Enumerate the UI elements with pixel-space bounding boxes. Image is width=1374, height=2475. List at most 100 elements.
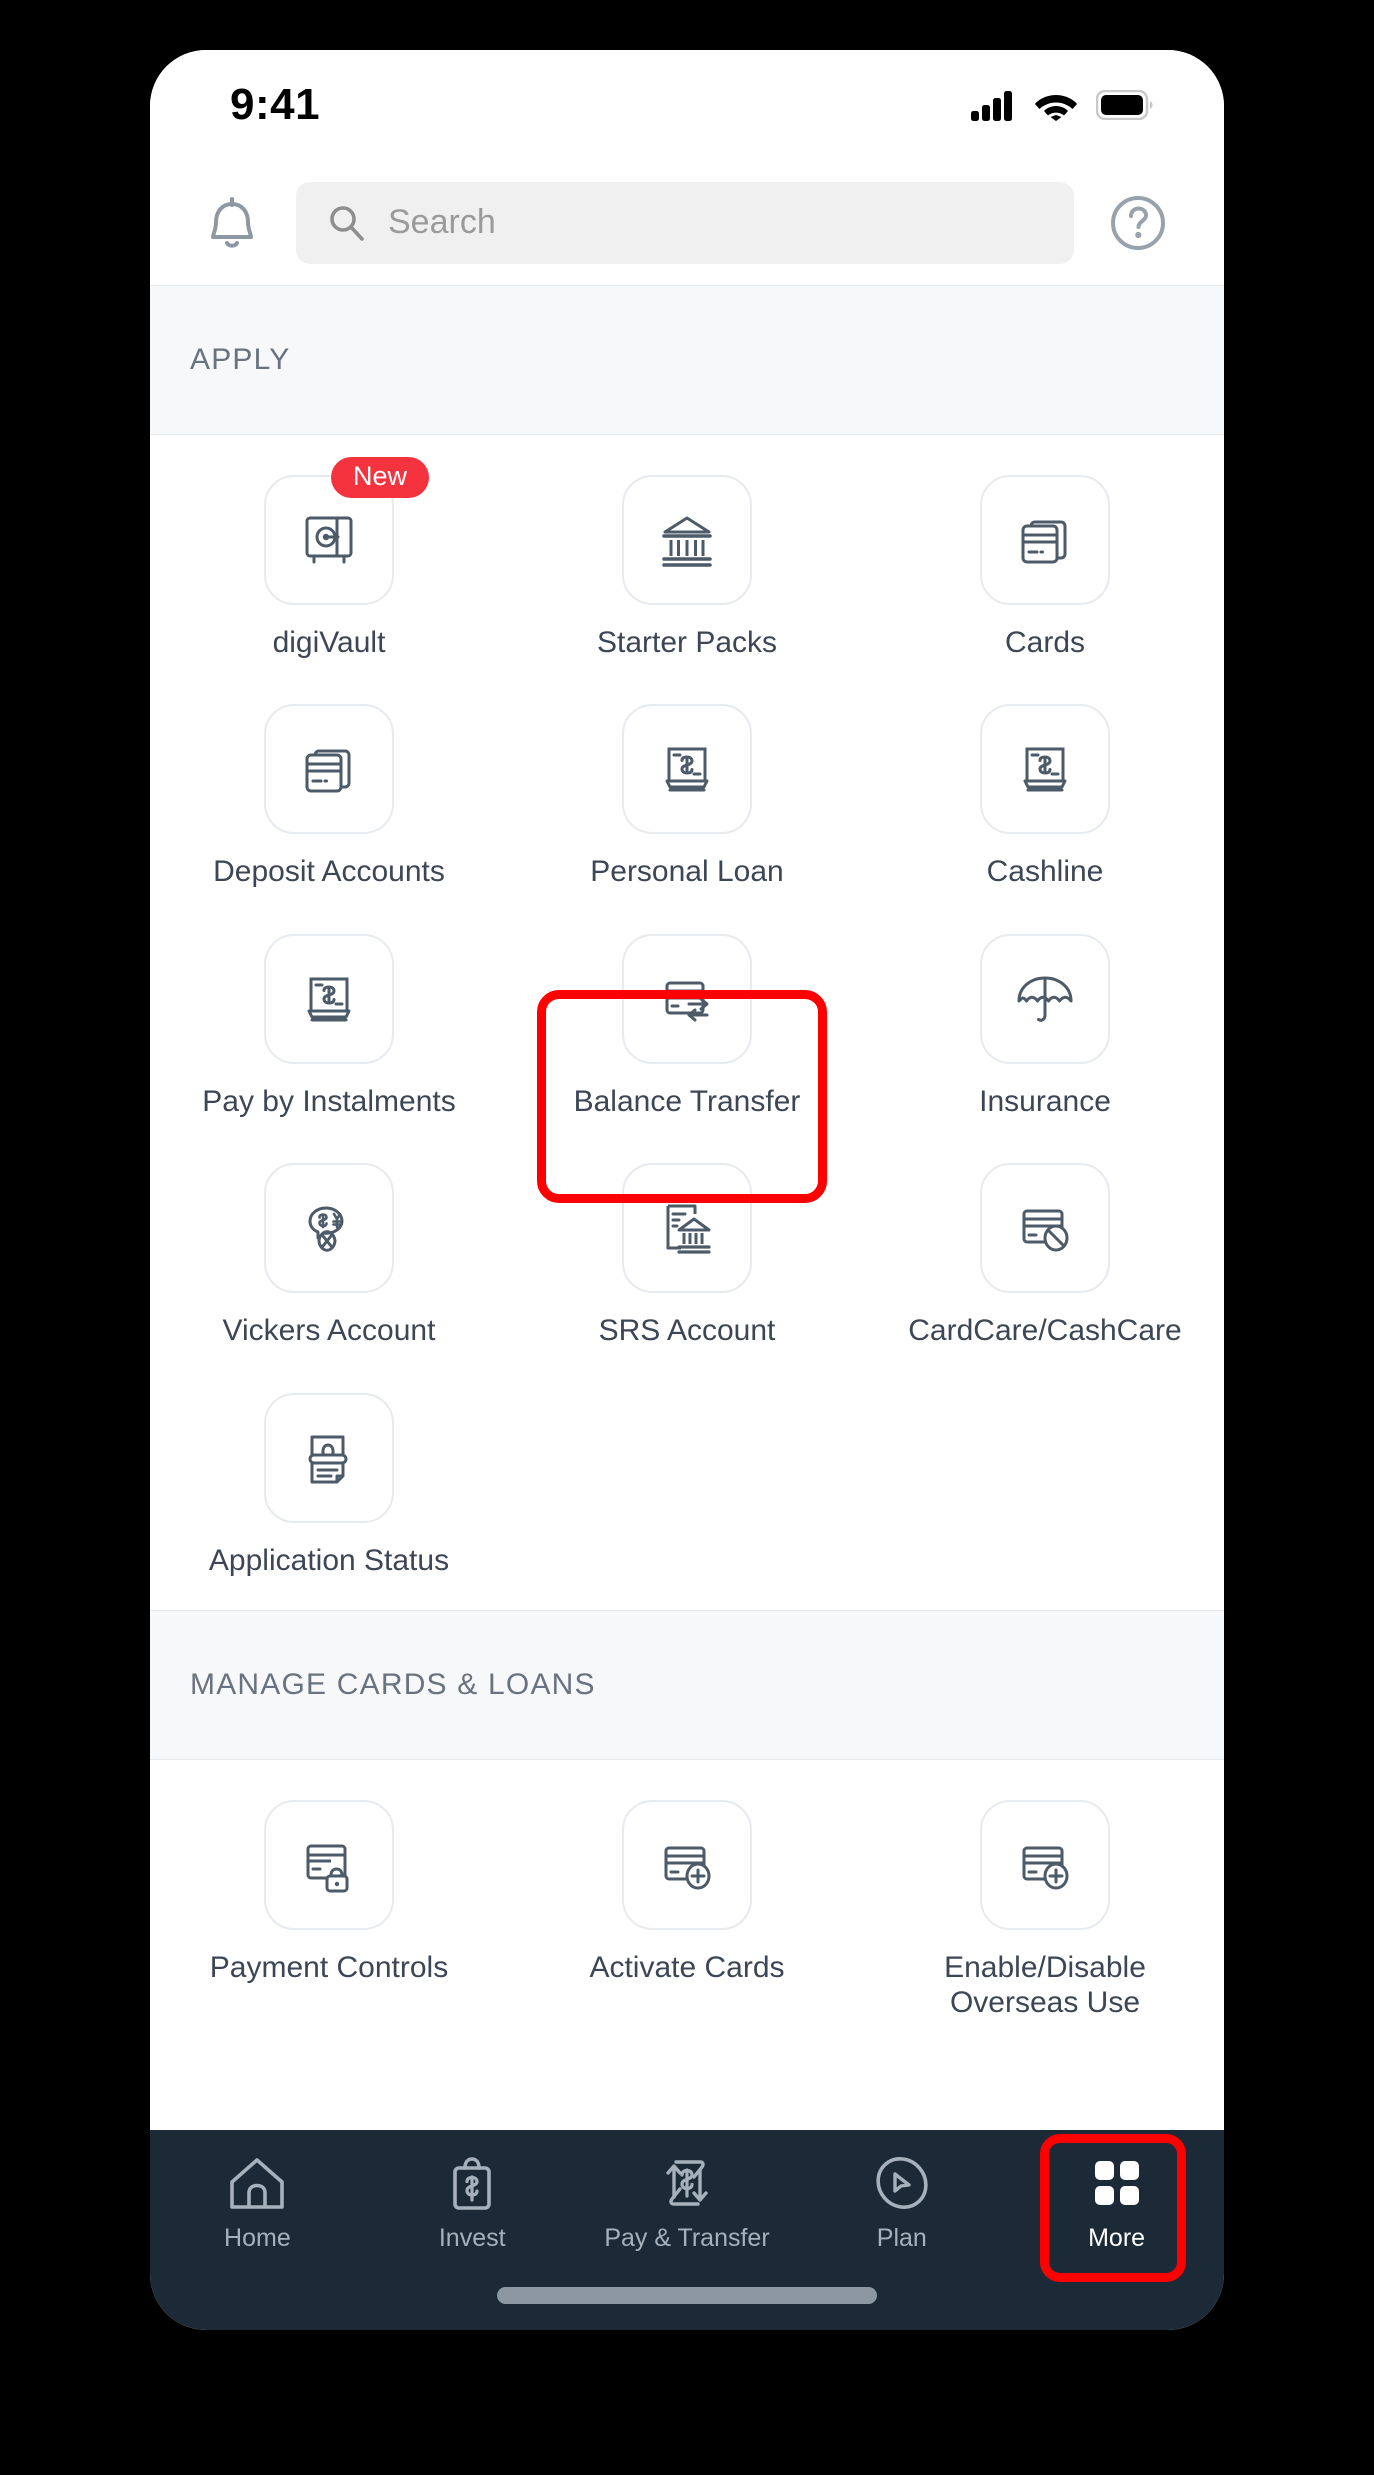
nav-label: Invest bbox=[438, 2224, 506, 2252]
card-block-icon bbox=[1009, 1192, 1081, 1264]
grid-more-icon bbox=[1089, 2152, 1145, 2214]
tile-label: digiVault bbox=[272, 626, 386, 659]
document-status-icon bbox=[293, 1422, 365, 1494]
section-header-manage: MANAGE CARDS & LOANS bbox=[150, 1609, 1224, 1760]
search-input[interactable]: Search bbox=[388, 203, 496, 242]
bottom-navigation: Home Invest Pay & Transfer Plan More bbox=[150, 2130, 1224, 2330]
tile-icon-box bbox=[980, 933, 1110, 1064]
tile-label: Pay by Instalments bbox=[202, 1084, 456, 1118]
cash-stack-icon bbox=[293, 963, 365, 1035]
section-title: MANAGE CARDS & LOANS bbox=[190, 1667, 596, 1701]
tile-cardcare-cashcare[interactable]: CardCare/CashCare bbox=[866, 1145, 1224, 1374]
phone-frame: 9:41 Search APPLY New digiVault Starter … bbox=[150, 50, 1224, 2330]
tile-icon-box bbox=[980, 704, 1110, 835]
home-indicator bbox=[497, 2287, 877, 2304]
nav-item-pay-transfer[interactable]: Pay & Transfer bbox=[580, 2152, 795, 2253]
tile-label: Insurance bbox=[979, 1084, 1111, 1118]
status-icons bbox=[970, 89, 1154, 121]
tile-label: Personal Loan bbox=[590, 855, 784, 889]
nav-label: Pay & Transfer bbox=[604, 2224, 770, 2252]
tile-insurance[interactable]: Insurance bbox=[866, 916, 1224, 1145]
tile-personal-loan[interactable]: Personal Loan bbox=[508, 686, 866, 915]
card-plus-icon bbox=[1009, 1829, 1081, 1901]
help-circle-icon bbox=[1108, 193, 1168, 253]
cash-stack-icon bbox=[1009, 733, 1081, 805]
tile-starter-packs[interactable]: Starter Packs bbox=[508, 457, 866, 686]
tile-activate-cards[interactable]: Activate Cards bbox=[508, 1782, 866, 2047]
tile-icon-box bbox=[622, 1163, 752, 1294]
wifi-icon bbox=[1034, 89, 1078, 121]
tile-srs-account[interactable]: SRS Account bbox=[508, 1145, 866, 1374]
cards-stack-icon bbox=[293, 733, 365, 805]
tile-label: Deposit Accounts bbox=[213, 855, 445, 889]
nav-item-more[interactable]: More bbox=[1009, 2152, 1224, 2253]
tile-label: Payment Controls bbox=[209, 1950, 449, 1984]
tile-pay-by-instalments[interactable]: Pay by Instalments bbox=[150, 916, 508, 1145]
tile-icon-box bbox=[980, 475, 1110, 605]
nav-item-home[interactable]: Home bbox=[150, 2152, 365, 2253]
tile-digivault[interactable]: New digiVault bbox=[150, 457, 508, 686]
tile-label: SRS Account bbox=[598, 1314, 776, 1348]
currency-exchange-icon bbox=[293, 1192, 365, 1264]
tile-icon-box bbox=[622, 704, 752, 835]
plan-compass-icon bbox=[873, 2152, 931, 2214]
tile-icon-box bbox=[622, 1799, 752, 1930]
tile-icon-box bbox=[264, 704, 394, 835]
card-transfer-icon bbox=[651, 963, 723, 1035]
status-bar: 9:41 bbox=[150, 50, 1224, 160]
home-icon bbox=[226, 2152, 288, 2214]
nav-item-invest[interactable]: Invest bbox=[365, 2152, 580, 2253]
cash-stack-icon bbox=[651, 733, 723, 805]
tile-icon-box bbox=[622, 475, 752, 605]
tile-label: Cashline bbox=[986, 855, 1104, 889]
tile-icon-box bbox=[622, 933, 752, 1064]
tile-cashline[interactable]: Cashline bbox=[866, 686, 1224, 915]
tile-icon-box bbox=[264, 933, 394, 1064]
nav-label: More bbox=[1088, 2224, 1146, 2252]
tile-icon-box bbox=[264, 1392, 394, 1523]
tile-label: CardCare/CashCare bbox=[908, 1314, 1182, 1348]
tile-label: Cards bbox=[1004, 626, 1086, 659]
tile-cards[interactable]: Cards bbox=[866, 457, 1224, 686]
bank-icon bbox=[651, 504, 723, 576]
tile-balance-transfer[interactable]: Balance Transfer bbox=[508, 916, 866, 1145]
cards-stack-icon bbox=[1009, 504, 1081, 576]
section-header-apply: APPLY bbox=[150, 285, 1224, 435]
search-icon bbox=[326, 203, 366, 243]
help-button[interactable] bbox=[1100, 185, 1176, 261]
notifications-button[interactable] bbox=[194, 185, 270, 261]
invest-bag-icon bbox=[444, 2152, 500, 2214]
tile-label: Balance Transfer bbox=[573, 1084, 801, 1118]
card-plus-icon bbox=[651, 1829, 723, 1901]
tile-label: Starter Packs bbox=[596, 626, 778, 659]
vault-icon bbox=[293, 504, 365, 576]
card-lock-icon bbox=[293, 1829, 365, 1901]
tile-label: Enable/Disable Overseas Use bbox=[944, 1950, 1146, 2020]
tile-icon-box bbox=[980, 1799, 1110, 1930]
tile-vickers-account[interactable]: Vickers Account bbox=[150, 1145, 508, 1374]
bell-icon bbox=[204, 193, 260, 253]
tile-enable-disable-overseas-use[interactable]: Enable/Disable Overseas Use bbox=[866, 1782, 1224, 2047]
tile-label: Activate Cards bbox=[589, 1950, 785, 1984]
umbrella-icon bbox=[1009, 963, 1081, 1035]
search-bar[interactable]: Search bbox=[296, 181, 1074, 264]
nav-label: Plan bbox=[876, 2224, 927, 2252]
tile-deposit-accounts[interactable]: Deposit Accounts bbox=[150, 686, 508, 915]
status-time: 9:41 bbox=[230, 80, 321, 129]
tile-grid-apply: New digiVault Starter Packs Cards Deposi… bbox=[150, 435, 1224, 1610]
tile-payment-controls[interactable]: Payment Controls bbox=[150, 1782, 508, 2047]
app-header: Search bbox=[150, 160, 1224, 285]
main-content: APPLY New digiVault Starter Packs Cards … bbox=[150, 285, 1224, 2130]
pay-transfer-icon bbox=[656, 2152, 718, 2214]
tile-application-status[interactable]: Application Status bbox=[150, 1375, 508, 1604]
nav-label: Home bbox=[224, 2224, 291, 2252]
tile-icon-box bbox=[980, 1163, 1110, 1294]
battery-icon bbox=[1096, 90, 1154, 120]
document-bank-icon bbox=[651, 1192, 723, 1264]
nav-item-plan[interactable]: Plan bbox=[794, 2152, 1009, 2253]
signal-icon bbox=[970, 89, 1016, 121]
new-badge: New bbox=[331, 457, 430, 498]
tile-grid-manage: Payment Controls Activate Cards Enable/D… bbox=[150, 1760, 1224, 2053]
section-title: APPLY bbox=[190, 343, 291, 376]
tile-label: Vickers Account bbox=[222, 1314, 436, 1348]
